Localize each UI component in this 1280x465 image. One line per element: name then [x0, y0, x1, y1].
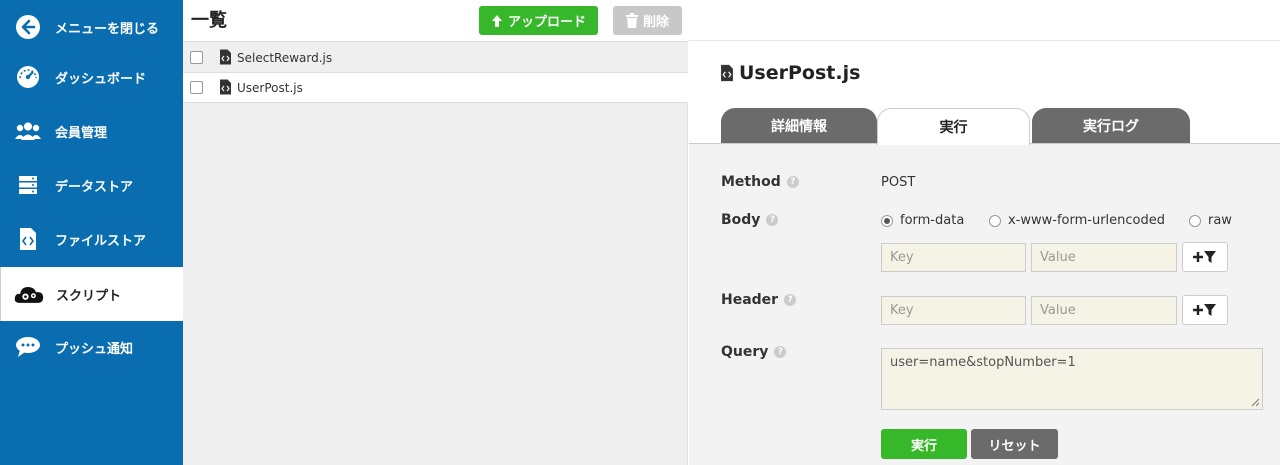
cloud-gears-icon — [14, 279, 44, 309]
radio-label: form-data — [900, 213, 965, 228]
header-label: Header ? — [721, 292, 797, 308]
sidebar-item-label: メニューを閉じる — [55, 21, 160, 37]
tab-details[interactable]: 詳細情報 — [721, 108, 877, 144]
plus-filter-icon — [1193, 250, 1217, 264]
method-label: Method ? — [721, 174, 799, 190]
run-form: Method ? POST Body ? form-data x-www-for… — [689, 144, 1280, 465]
sidebar-item-close-menu[interactable]: メニューを閉じる — [0, 0, 183, 54]
trash-icon — [625, 13, 638, 28]
sidebar-item-members[interactable]: 会員管理 — [0, 104, 183, 158]
users-icon — [13, 116, 43, 146]
file-name: UserPost.js — [237, 80, 303, 95]
query-value: user=name&stopNumber=1 — [890, 355, 1076, 370]
file-checkbox[interactable] — [190, 51, 203, 64]
arrow-left-circle-icon — [13, 12, 43, 42]
tab-label: 実行ログ — [1083, 119, 1139, 135]
sidebar-item-script[interactable]: スクリプト — [0, 267, 183, 321]
sidebar-item-label: 会員管理 — [55, 125, 108, 141]
sidebar-item-label: プッシュ通知 — [55, 341, 134, 357]
file-name: SelectReward.js — [237, 50, 333, 65]
query-textarea[interactable]: user=name&stopNumber=1 — [881, 348, 1263, 410]
file-list-panel: 一覧 アップロード 削除 SelectReward.js UserPost.js — [183, 0, 688, 465]
file-row[interactable]: SelectReward.js — [183, 43, 688, 73]
body-key-input[interactable]: Key — [881, 243, 1026, 272]
sidebar-item-filestore[interactable]: ファイルストア — [0, 212, 183, 266]
help-icon[interactable]: ? — [774, 346, 787, 358]
tab-label: 詳細情報 — [771, 119, 827, 135]
database-icon — [13, 170, 43, 200]
delete-button-label: 削除 — [642, 15, 669, 30]
script-detail-panel: UserPost.js 詳細情報 実行ログ 実行 Method ? POST B… — [689, 0, 1280, 465]
plus-filter-icon — [1193, 303, 1217, 317]
run-button[interactable]: 実行 — [881, 429, 967, 459]
list-header: 一覧 アップロード 削除 — [183, 0, 688, 42]
method-value: POST — [881, 175, 916, 190]
detail-title-text: UserPost.js — [739, 62, 861, 84]
header-value-input[interactable]: Value — [1031, 296, 1177, 325]
radio-urlencoded[interactable]: x-www-form-urlencoded — [989, 213, 1165, 228]
file-code-icon — [219, 79, 233, 96]
sidebar-item-label: データストア — [55, 179, 134, 195]
radio-raw[interactable]: raw — [1189, 213, 1232, 228]
query-label-text: Query — [721, 344, 769, 360]
file-checkbox[interactable] — [190, 81, 203, 94]
add-body-param-button[interactable] — [1182, 242, 1228, 272]
arrow-up-icon — [491, 14, 503, 28]
file-code-icon — [219, 49, 233, 66]
radio-form-data[interactable]: form-data — [881, 213, 964, 228]
divider — [689, 40, 1280, 41]
chat-bubble-icon — [13, 332, 43, 362]
delete-button[interactable]: 削除 — [613, 6, 682, 35]
dashboard-gauge-icon — [13, 62, 43, 92]
help-icon[interactable]: ? — [786, 176, 799, 188]
file-code-icon — [13, 224, 43, 254]
body-label-text: Body — [721, 212, 761, 228]
reset-button[interactable]: リセット — [971, 429, 1058, 459]
sidebar-item-dashboard[interactable]: ダッシュボード — [0, 50, 183, 104]
tab-run[interactable]: 実行 — [877, 108, 1030, 145]
file-code-icon — [720, 64, 734, 82]
body-value-input[interactable]: Value — [1031, 243, 1177, 272]
sidebar-item-label: ダッシュボード — [55, 71, 147, 87]
help-icon[interactable]: ? — [766, 214, 779, 226]
list-title: 一覧 — [191, 10, 227, 31]
detail-title: UserPost.js — [720, 62, 860, 84]
query-label: Query ? — [721, 344, 787, 360]
upload-button-label: アップロード — [507, 15, 586, 30]
header-key-input[interactable]: Key — [881, 296, 1026, 325]
upload-button[interactable]: アップロード — [479, 6, 598, 35]
method-label-text: Method — [721, 174, 781, 190]
resize-grip-icon[interactable] — [1251, 398, 1260, 407]
help-icon[interactable]: ? — [784, 294, 797, 306]
sidebar-item-label: ファイルストア — [55, 233, 147, 249]
radio-label: raw — [1208, 213, 1232, 228]
radio-button[interactable] — [881, 214, 893, 227]
body-label: Body ? — [721, 212, 779, 228]
tab-label: 実行 — [939, 120, 968, 136]
tab-execution-log[interactable]: 実行ログ — [1032, 108, 1190, 144]
sidebar: メニューを閉じる ダッシュボード 会員管理 データストア ファイルストア スクリ… — [0, 0, 183, 465]
radio-label: x-www-form-urlencoded — [1008, 213, 1166, 228]
radio-button[interactable] — [989, 214, 1001, 227]
sidebar-item-label: スクリプト — [56, 288, 122, 304]
add-header-button[interactable] — [1182, 295, 1228, 325]
file-row[interactable]: UserPost.js — [183, 73, 688, 103]
sidebar-item-push[interactable]: プッシュ通知 — [0, 320, 183, 374]
header-label-text: Header — [721, 292, 779, 308]
radio-button[interactable] — [1189, 214, 1201, 227]
sidebar-item-datastore[interactable]: データストア — [0, 158, 183, 212]
